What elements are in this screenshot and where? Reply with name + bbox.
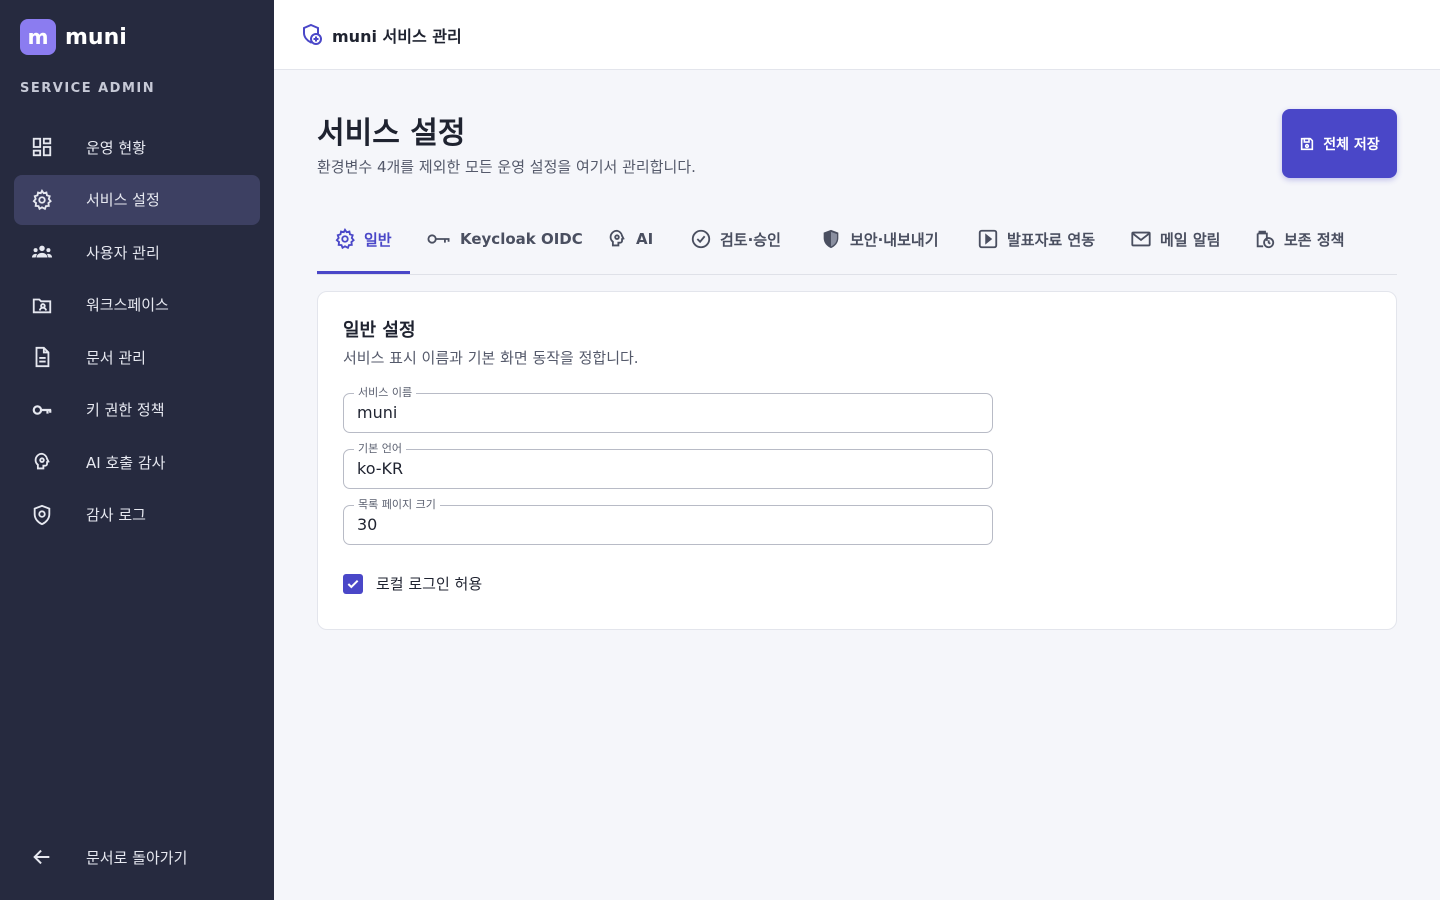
sidebar-item-users[interactable]: 사용자 관리 xyxy=(14,227,260,277)
tab-label: AI xyxy=(636,230,654,248)
checkmark-icon xyxy=(347,579,359,588)
save-icon xyxy=(1299,136,1323,152)
service-name-input[interactable] xyxy=(357,403,977,422)
sidebar-item-label: 서비스 설정 xyxy=(86,191,160,209)
tab-general[interactable]: 일반 xyxy=(334,204,392,274)
tab-review-approval[interactable]: 검토·승인 xyxy=(690,204,781,274)
sidebar-item-label: 감사 로그 xyxy=(86,506,146,524)
workspace-icon xyxy=(30,293,54,317)
tab-retention-policy[interactable]: 보존 정책 xyxy=(1254,204,1344,274)
tab-keycloak-oidc[interactable]: Keycloak OIDC xyxy=(425,204,583,274)
tab-label: Keycloak OIDC xyxy=(460,230,583,248)
sidebar-item-ai-audit[interactable]: AI 호출 감사 xyxy=(14,437,260,487)
back-to-documents-link[interactable]: 문서로 돌아가기 xyxy=(14,832,260,882)
sidebar-item-service-settings[interactable]: 서비스 설정 xyxy=(14,174,260,225)
brain-icon xyxy=(30,450,54,474)
page-subtitle: 환경변수 4개를 제외한 모든 운영 설정을 여기서 관리합니다. xyxy=(317,158,696,176)
topbar: muni 서비스 관리 xyxy=(274,0,1440,70)
brand[interactable]: m muni xyxy=(20,19,127,55)
tab-security-export[interactable]: 보안·내보내기 xyxy=(820,204,939,274)
document-icon xyxy=(30,345,54,369)
field-label: 목록 페이지 크기 xyxy=(354,498,440,512)
brand-name: muni xyxy=(65,24,127,50)
default-language-field: 기본 언어 xyxy=(343,442,993,489)
key-icon xyxy=(30,398,54,422)
tab-ai[interactable]: AI xyxy=(606,204,653,274)
field-label: 서비스 이름 xyxy=(354,386,417,400)
field-label: 기본 언어 xyxy=(354,442,406,456)
brain-icon xyxy=(609,229,625,247)
admin-shield-icon xyxy=(300,23,324,47)
shield-icon xyxy=(823,229,839,249)
mail-icon xyxy=(1131,231,1151,247)
settings-tabs: 일반 Keycloak OIDC AI 검토·승인 보안·내보내기 발표자료 연… xyxy=(317,204,1397,275)
gear-icon xyxy=(335,228,355,250)
tab-label: 검토·승인 xyxy=(720,230,781,249)
sidebar-item-label: 사용자 관리 xyxy=(86,243,160,262)
save-all-button[interactable]: 전체 저장 xyxy=(1282,109,1397,178)
retention-icon xyxy=(1256,230,1275,249)
tab-label: 보존 정책 xyxy=(1284,230,1345,249)
tab-label: 보안·내보내기 xyxy=(850,230,939,249)
sidebar-item-label: AI 호출 감사 xyxy=(86,453,166,472)
check-circle-icon xyxy=(691,229,711,249)
sidebar-item-dashboard[interactable]: 운영 현황 xyxy=(14,122,260,172)
service-name-field: 서비스 이름 xyxy=(343,386,993,433)
tab-slides-integration[interactable]: 발표자료 연동 xyxy=(977,204,1095,274)
page-size-input[interactable] xyxy=(357,515,977,534)
sidebar-item-label: 운영 현황 xyxy=(86,138,146,157)
gear-icon xyxy=(30,188,54,212)
sidebar-item-label: 키 권한 정책 xyxy=(86,401,165,419)
checkbox-label: 로컬 로그인 허용 xyxy=(376,575,483,593)
page-size-field: 목록 페이지 크기 xyxy=(343,498,993,545)
general-settings-card: 일반 설정 서비스 표시 이름과 기본 화면 동작을 정합니다. 서비스 이름 … xyxy=(317,291,1397,630)
sidebar-item-label: 워크스페이스 xyxy=(86,296,169,314)
back-label: 문서로 돌아가기 xyxy=(86,848,188,867)
tab-label: 메일 알림 xyxy=(1160,230,1221,249)
key-icon xyxy=(427,234,450,244)
card-title: 일반 설정 xyxy=(343,320,416,341)
dashboard-icon xyxy=(30,135,54,159)
sidebar-item-audit-log[interactable]: 감사 로그 xyxy=(14,490,260,540)
card-description: 서비스 표시 이름과 기본 화면 동작을 정합니다. xyxy=(343,349,639,367)
users-icon xyxy=(30,240,54,264)
default-language-input[interactable] xyxy=(357,459,977,478)
sidebar-item-documents[interactable]: 문서 관리 xyxy=(14,332,260,382)
shield-icon xyxy=(30,503,54,527)
sidebar-item-workspace[interactable]: 워크스페이스 xyxy=(14,280,260,330)
local-login-checkbox[interactable] xyxy=(343,573,363,594)
sidebar-item-label: 문서 관리 xyxy=(86,348,146,367)
brand-logo: m xyxy=(20,19,56,55)
tab-label: 발표자료 연동 xyxy=(1007,230,1096,249)
sidebar: m muni SERVICE ADMIN 운영 현황 서비스 설정 사용자 관리 xyxy=(0,0,274,900)
topbar-title: muni 서비스 관리 xyxy=(332,26,462,46)
save-all-label: 전체 저장 xyxy=(1323,136,1380,153)
tab-label: 일반 xyxy=(364,230,392,249)
slides-icon xyxy=(978,229,998,249)
local-login-checkbox-row[interactable]: 로컬 로그인 허용 xyxy=(343,573,482,594)
active-tab-indicator xyxy=(317,271,410,274)
tab-mail-notify[interactable]: 메일 알림 xyxy=(1130,204,1220,274)
section-label: SERVICE ADMIN xyxy=(20,81,156,96)
sidebar-item-key-policy[interactable]: 키 권한 정책 xyxy=(14,385,260,435)
page-title: 서비스 설정 xyxy=(317,116,466,151)
arrow-left-icon xyxy=(30,845,54,869)
sidebar-nav: 운영 현황 서비스 설정 사용자 관리 워크스페이스 문서 관리 키 권한 정책… xyxy=(14,122,260,542)
